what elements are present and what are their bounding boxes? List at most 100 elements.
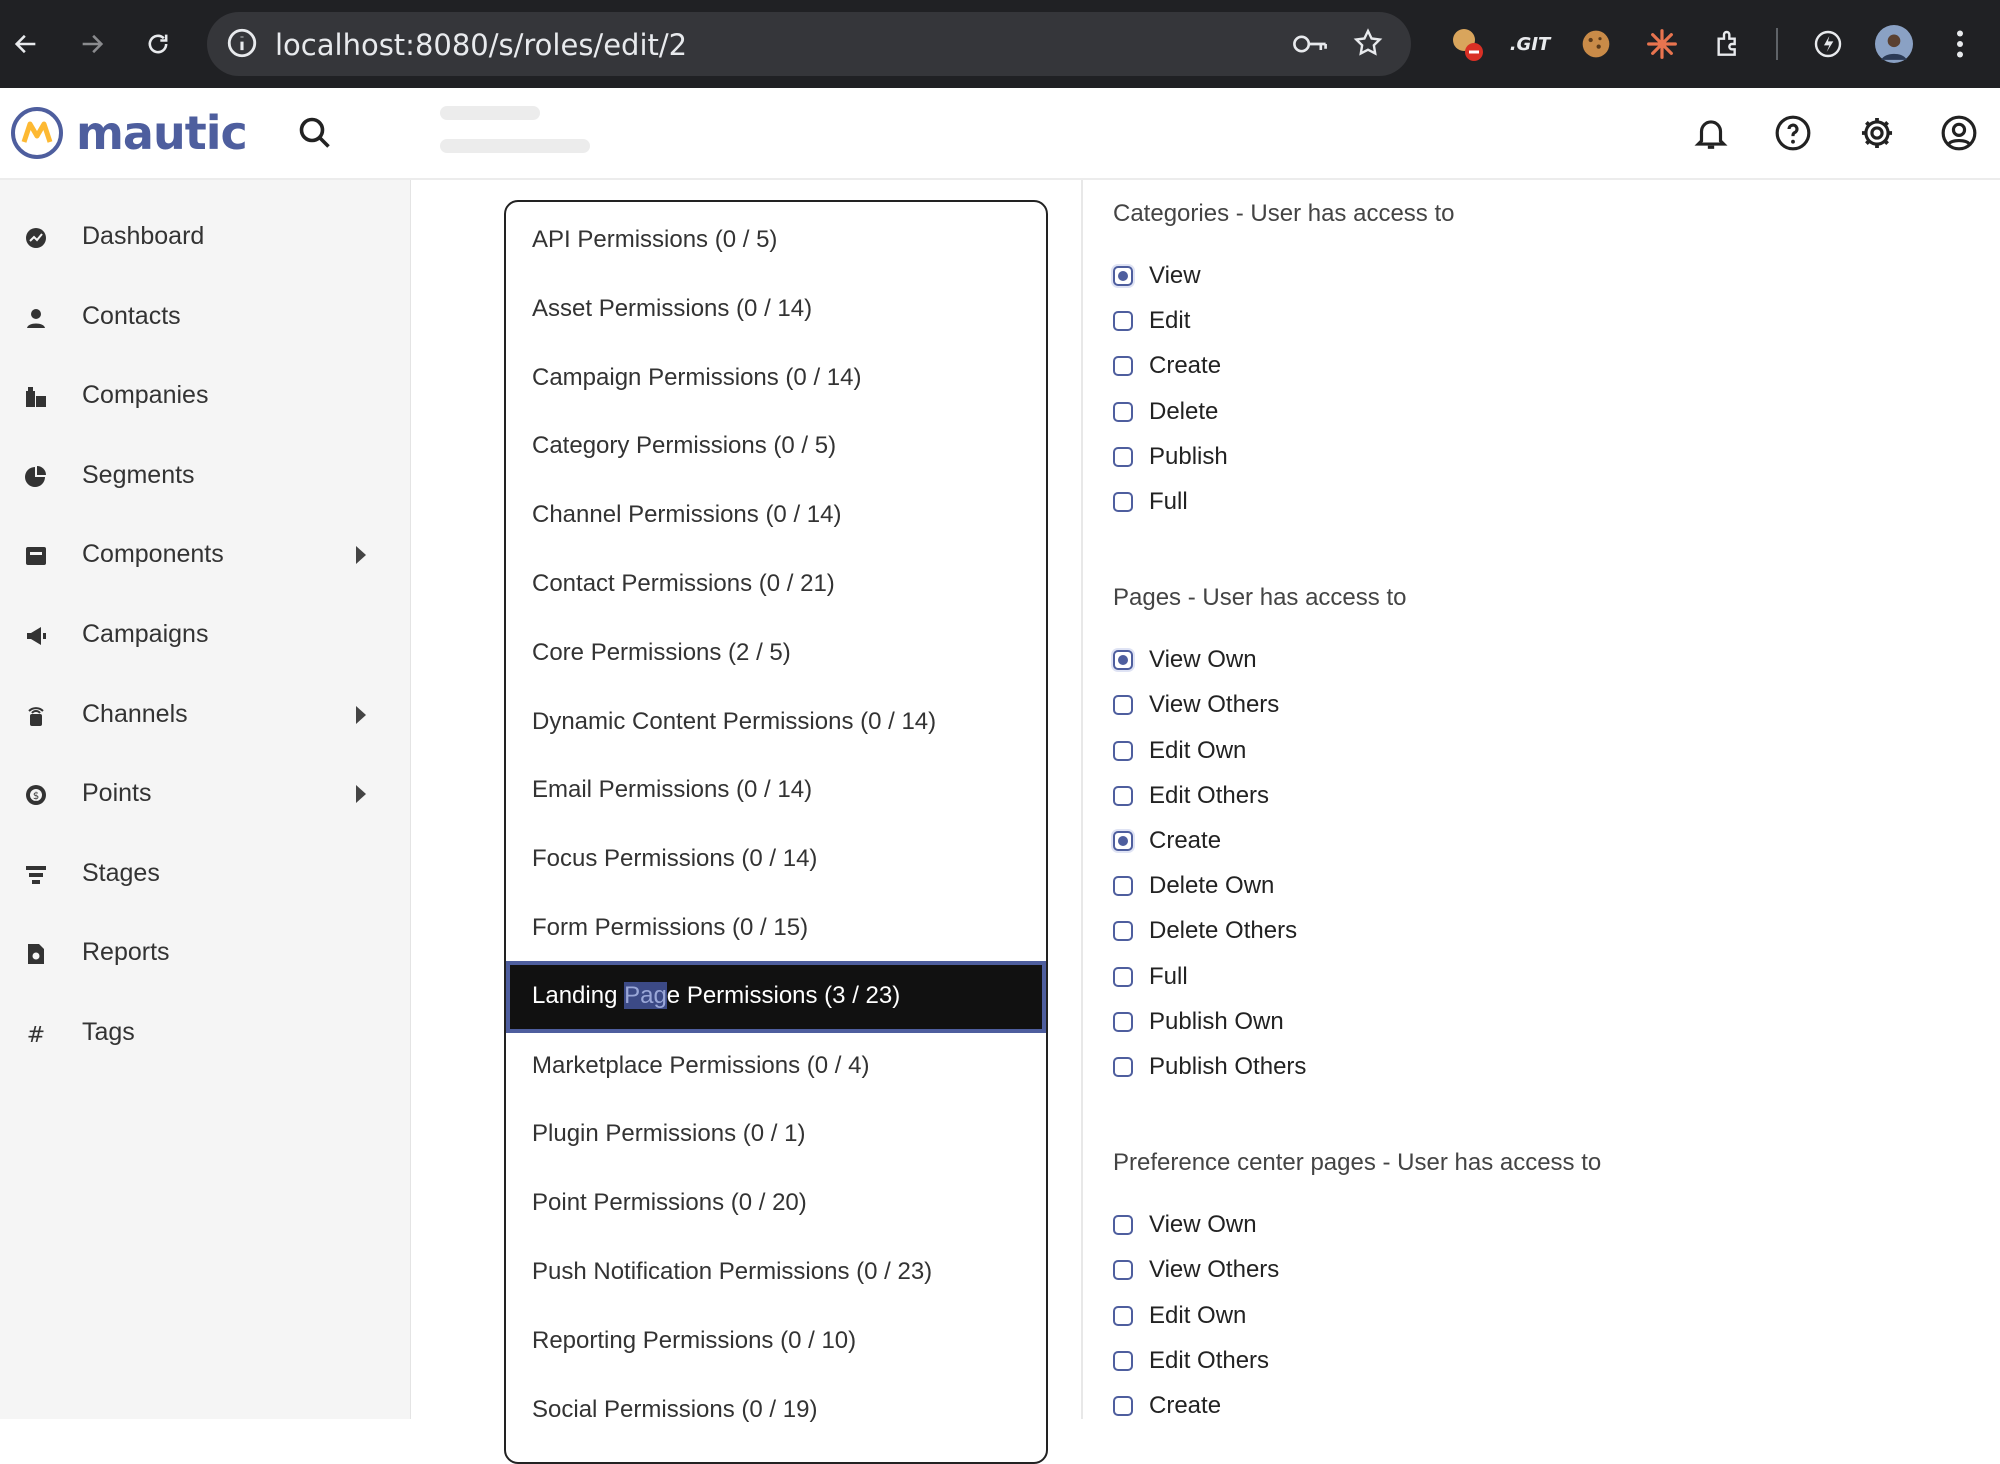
site-info-icon[interactable] (225, 26, 259, 65)
permission-bundle-item[interactable]: Category Permissions (0 / 5) (506, 412, 1046, 480)
url-text[interactable]: localhost:8080/s/roles/edit/2 (275, 28, 687, 62)
permission-bundle-item[interactable]: Core Permissions (2 / 5) (506, 619, 1046, 687)
checkbox-unchecked[interactable] (1113, 966, 1133, 987)
checkbox-unchecked[interactable] (1113, 1011, 1133, 1032)
extension-git-icon[interactable]: .GIT (1508, 22, 1552, 66)
reload-button[interactable] (136, 22, 180, 66)
permission-bundle-item[interactable]: Email Permissions (0 / 14) (506, 756, 1046, 824)
user-account-button[interactable] (1934, 108, 1984, 158)
checkbox-unchecked[interactable] (1113, 785, 1133, 806)
bookmark-star-icon[interactable] (1352, 27, 1384, 64)
checkbox-unchecked[interactable] (1113, 311, 1133, 332)
permission-checkbox-view-others[interactable]: View Others (1113, 1251, 1279, 1289)
checkbox-label: Publish Own (1149, 1007, 1284, 1035)
settings-button[interactable] (1852, 108, 1902, 158)
permission-checkbox-create[interactable]: Create (1113, 822, 1221, 860)
sidebar-item-stages[interactable]: Stages (0, 845, 410, 905)
checkbox-checked[interactable] (1113, 266, 1133, 286)
checkbox-unchecked[interactable] (1113, 1057, 1133, 1077)
password-key-icon[interactable] (1292, 30, 1328, 63)
back-button[interactable] (4, 22, 48, 66)
sidebar-item-dashboard[interactable]: Dashboard (0, 208, 410, 268)
sidebar-item-channels[interactable]: Channels (0, 686, 410, 746)
profile-avatar[interactable] (1872, 22, 1916, 66)
permission-bundle-item[interactable]: Social Permissions (0 / 19) (506, 1376, 1046, 1444)
permission-checkbox-edit-own[interactable]: Edit Own (1113, 732, 1246, 770)
sidebar-item-reports[interactable]: Reports (0, 924, 410, 984)
permission-bundle-item[interactable]: Focus Permissions (0 / 14) (506, 825, 1046, 893)
notifications-button[interactable] (1686, 108, 1736, 158)
browser-menu-icon[interactable] (1938, 22, 1982, 66)
toolbar-separator (1776, 28, 1778, 60)
permission-bundle-item[interactable]: Point Permissions (0 / 20) (506, 1169, 1046, 1237)
address-bar[interactable]: localhost:8080/s/roles/edit/2 (207, 12, 1411, 76)
permission-checkbox-delete-others[interactable]: Delete Others (1113, 912, 1297, 950)
permission-checkbox-delete[interactable]: Delete (1113, 393, 1218, 431)
permission-checkbox-create[interactable]: Create (1113, 1387, 1221, 1425)
permission-checkbox-publish[interactable]: Publish (1113, 438, 1228, 476)
permission-checkbox-edit[interactable]: Edit (1113, 302, 1190, 340)
permission-bundle-item-active[interactable]: Landing Page Permissions (3 / 23) (506, 960, 1046, 1033)
permission-bundle-item[interactable]: Dynamic Content Permissions (0 / 14) (506, 688, 1046, 756)
permission-bundle-item[interactable]: Plugin Permissions (0 / 1) (506, 1100, 1046, 1168)
help-button[interactable] (1768, 108, 1818, 158)
sidebar-item-components[interactable]: Components (0, 526, 410, 586)
checkbox-label: Full (1149, 962, 1188, 990)
checkbox-unchecked[interactable] (1113, 876, 1133, 897)
permission-checkbox-delete-own[interactable]: Delete Own (1113, 867, 1274, 905)
extension-blocker-icon[interactable] (1446, 22, 1490, 66)
permission-bundle-item[interactable]: Asset Permissions (0 / 14) (506, 275, 1046, 343)
permission-bundle-item[interactable]: Marketplace Permissions (0 / 4) (506, 1032, 1046, 1100)
sidebar-item-tags[interactable]: # Tags (0, 1004, 410, 1064)
performance-icon[interactable] (1806, 22, 1850, 66)
checkbox-unchecked[interactable] (1113, 446, 1133, 467)
permission-checkbox-view-own[interactable]: View Own (1113, 1206, 1257, 1244)
checkbox-unchecked[interactable] (1113, 1396, 1133, 1416)
checkbox-unchecked[interactable] (1113, 1260, 1133, 1281)
permission-checkbox-view[interactable]: View (1113, 257, 1201, 295)
checkbox-unchecked[interactable] (1113, 921, 1133, 942)
sidebar-item-companies[interactable]: Companies (0, 367, 410, 427)
gear-icon (1861, 117, 1893, 149)
forward-button[interactable] (70, 22, 114, 66)
permission-checkbox-view-others[interactable]: View Others (1113, 686, 1279, 724)
permission-bundle-item[interactable]: Contact Permissions (0 / 21) (506, 550, 1046, 618)
extension-claude-icon[interactable] (1640, 22, 1684, 66)
checkbox-label: Edit Own (1149, 1301, 1247, 1329)
sidebar-item-campaigns[interactable]: Campaigns (0, 606, 410, 666)
permission-section-title: Preference center pages - User has acces… (1113, 1149, 1602, 1177)
permission-bundle-label: Point Permissions (0 / 20) (532, 1189, 807, 1217)
permission-checkbox-full[interactable]: Full (1113, 958, 1188, 996)
checkbox-unchecked[interactable] (1113, 1215, 1133, 1236)
permission-bundle-item[interactable]: API Permissions (0 / 5) (506, 206, 1046, 274)
checkbox-unchecked[interactable] (1113, 356, 1133, 377)
permission-checkbox-view-own[interactable]: View Own (1113, 641, 1257, 679)
checkbox-unchecked[interactable] (1113, 740, 1133, 761)
permission-checkbox-edit-others[interactable]: Edit Others (1113, 1342, 1269, 1380)
extensions-puzzle-icon[interactable] (1706, 22, 1750, 66)
checkbox-unchecked[interactable] (1113, 1350, 1133, 1371)
checkbox-unchecked[interactable] (1113, 1305, 1133, 1326)
permission-checkbox-publish-own[interactable]: Publish Own (1113, 1003, 1284, 1041)
search-button[interactable] (290, 108, 340, 158)
sidebar-item-points[interactable]: $ Points (0, 765, 410, 825)
mautic-logo[interactable]: mautic (10, 106, 248, 160)
permission-checkbox-edit-own[interactable]: Edit Own (1113, 1297, 1246, 1335)
permission-bundle-item[interactable]: Campaign Permissions (0 / 14) (506, 344, 1046, 412)
permission-checkbox-full[interactable]: Full (1113, 483, 1188, 521)
permission-bundle-item[interactable]: Form Permissions (0 / 15) (506, 894, 1046, 962)
sidebar-item-contacts[interactable]: Contacts (0, 288, 410, 348)
permission-bundle-item[interactable]: Reporting Permissions (0 / 10) (506, 1307, 1046, 1375)
checkbox-checked[interactable] (1113, 650, 1133, 671)
checkbox-unchecked[interactable] (1113, 695, 1133, 716)
permission-checkbox-edit-others[interactable]: Edit Others (1113, 777, 1269, 815)
checkbox-checked[interactable] (1113, 831, 1133, 851)
checkbox-unchecked[interactable] (1113, 401, 1133, 422)
permission-bundle-item[interactable]: Push Notification Permissions (0 / 23) (506, 1238, 1046, 1306)
permission-bundle-item[interactable]: Channel Permissions (0 / 14) (506, 481, 1046, 549)
sidebar-item-segments[interactable]: Segments (0, 447, 410, 507)
permission-checkbox-create[interactable]: Create (1113, 347, 1221, 385)
extension-cookie-icon[interactable] (1574, 22, 1618, 66)
permission-checkbox-publish-others[interactable]: Publish Others (1113, 1048, 1306, 1086)
checkbox-unchecked[interactable] (1113, 492, 1133, 512)
